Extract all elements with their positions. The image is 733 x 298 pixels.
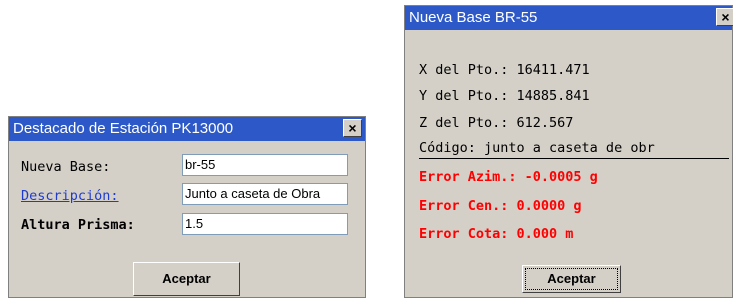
descripcion-link[interactable]: Descripción: bbox=[21, 188, 119, 204]
z-coordinate-text: Z del Pto.: 612.567 bbox=[419, 115, 574, 131]
close-button[interactable]: × bbox=[716, 8, 733, 26]
nueva-base-input[interactable]: br-55 bbox=[182, 154, 348, 176]
x-coordinate-text: X del Pto.: 16411.471 bbox=[419, 62, 590, 78]
dialog-title: Nueva Base BR-55 bbox=[409, 9, 538, 26]
close-button[interactable]: × bbox=[343, 119, 362, 137]
destacado-estacion-dialog: Destacado de Estación PK13000 × Nueva Ba… bbox=[8, 116, 366, 298]
codigo-text: Código: junto a caseta de obr bbox=[419, 140, 655, 156]
nueva-base-label: Nueva Base: bbox=[21, 159, 111, 175]
aceptar-button[interactable]: Aceptar bbox=[133, 262, 240, 296]
dialog-title: Destacado de Estación PK13000 bbox=[13, 120, 234, 137]
y-coordinate-text: Y del Pto.: 14885.841 bbox=[419, 88, 590, 104]
aceptar-button[interactable]: Aceptar bbox=[522, 265, 621, 293]
error-azimut-text: Error Azim.: -0.0005 g bbox=[419, 169, 598, 185]
error-cota-text: Error Cota: 0.000 m bbox=[419, 226, 574, 242]
dialog-title-bar[interactable]: Destacado de Estación PK13000 bbox=[9, 117, 365, 141]
codigo-divider bbox=[419, 158, 729, 159]
altura-prisma-input[interactable]: 1.5 bbox=[182, 213, 348, 235]
altura-prisma-label: Altura Prisma: bbox=[21, 217, 135, 233]
dialog-title-bar[interactable]: Nueva Base BR-55 bbox=[405, 6, 732, 30]
nueva-base-dialog: Nueva Base BR-55 × X del Pto.: 16411.471… bbox=[404, 5, 733, 298]
descripcion-input[interactable]: Junto a caseta de Obra bbox=[182, 183, 348, 205]
error-cenital-text: Error Cen.: 0.0000 g bbox=[419, 198, 582, 214]
